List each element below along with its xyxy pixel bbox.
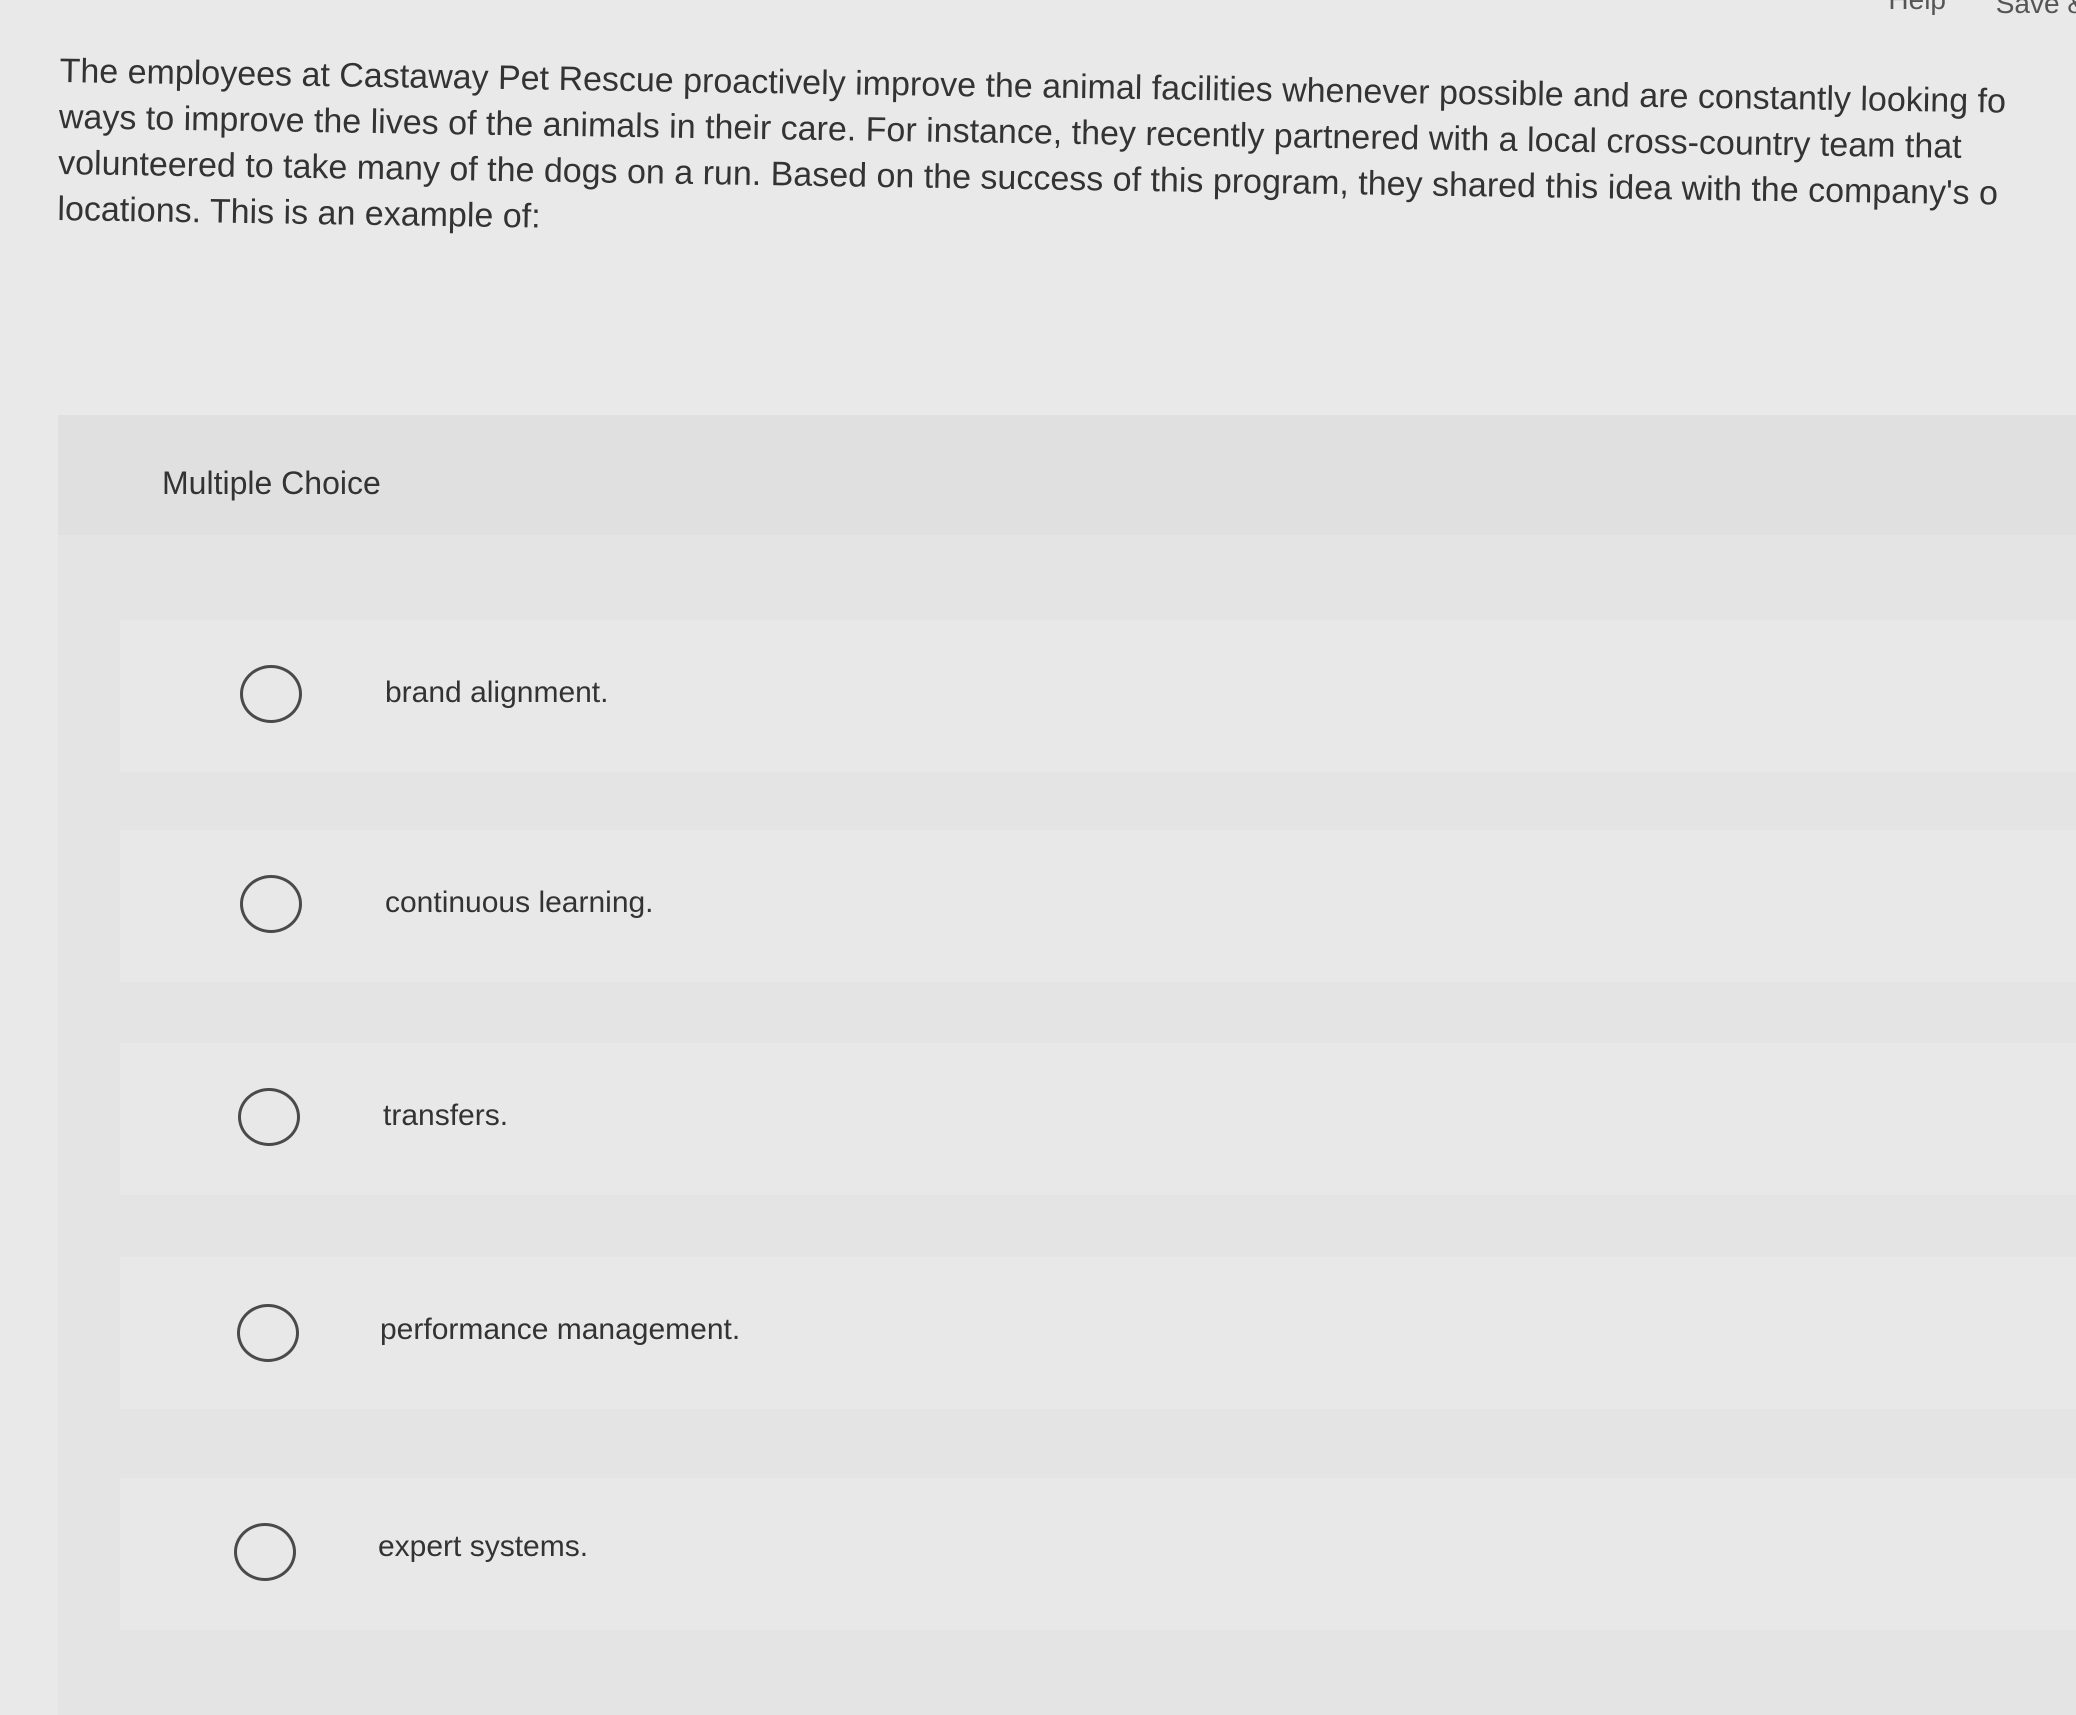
answer-option-label: continuous learning. xyxy=(385,886,654,919)
radio-button[interactable] xyxy=(240,665,302,723)
radio-button[interactable] xyxy=(240,875,302,933)
radio-button[interactable] xyxy=(237,1304,299,1362)
answer-option-5[interactable]: expert systems. xyxy=(120,1478,2076,1630)
radio-button[interactable] xyxy=(238,1088,300,1146)
answer-option-4[interactable]: performance management. xyxy=(120,1257,2076,1409)
answer-option-3[interactable]: transfers. xyxy=(120,1043,2076,1195)
answer-option-label: performance management. xyxy=(380,1313,741,1346)
answer-option-2[interactable]: continuous learning. xyxy=(120,830,2076,982)
question-text: The employees at Castaway Pet Rescue pro… xyxy=(57,48,2076,265)
question-type-label: Multiple Choice xyxy=(162,465,381,501)
help-link[interactable]: Help xyxy=(1888,0,1946,16)
top-toolbar: Help Save & xyxy=(1816,0,2076,20)
answer-option-label: transfers. xyxy=(383,1099,509,1132)
answer-panel: Multiple Choice brand alignment. continu… xyxy=(58,415,2076,1715)
answer-option-1[interactable]: brand alignment. xyxy=(120,620,2076,772)
save-exit-link[interactable]: Save & xyxy=(1996,0,2076,20)
panel-header: Multiple Choice xyxy=(58,415,2076,535)
answer-option-label: brand alignment. xyxy=(385,676,609,709)
answer-option-label: expert systems. xyxy=(378,1530,589,1563)
radio-button[interactable] xyxy=(234,1523,296,1581)
